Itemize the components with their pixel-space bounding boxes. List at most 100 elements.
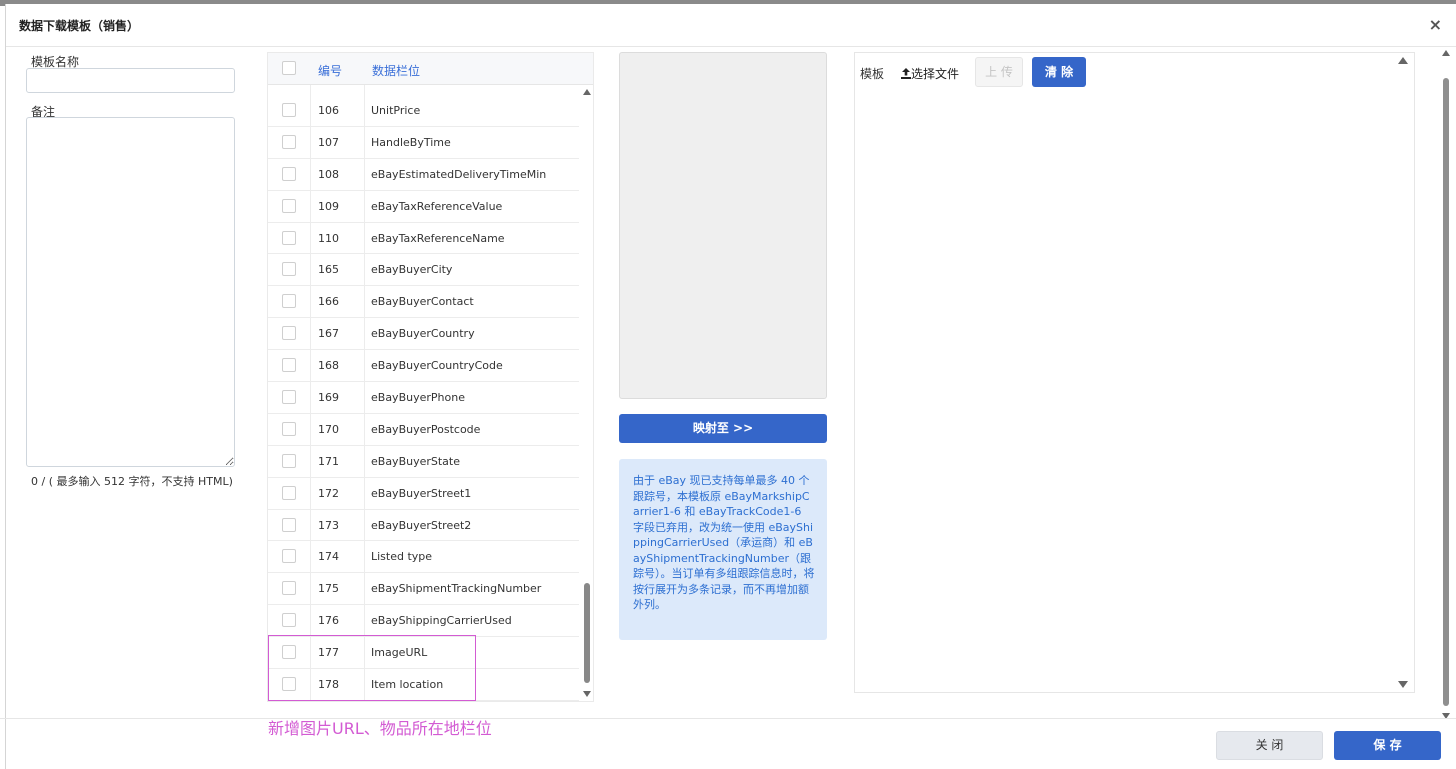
row-field: Listed type: [371, 550, 433, 564]
row-field: eBayBuyerCity: [371, 263, 453, 277]
table-row[interactable]: 171 eBayBuyerState: [268, 446, 579, 478]
row-checkbox[interactable]: [282, 103, 296, 117]
template-name-input[interactable]: [26, 68, 235, 93]
row-number: 168: [318, 359, 339, 373]
row-number: 169: [318, 391, 339, 405]
row-checkbox[interactable]: [282, 198, 296, 213]
row-number: 109: [318, 199, 339, 213]
row-number: 166: [318, 295, 339, 309]
header-field[interactable]: 数据栏位: [372, 62, 420, 79]
row-field: eBayTaxReferenceName: [371, 231, 505, 245]
new-fields-highlight: [268, 635, 476, 701]
scroll-up-icon[interactable]: [1442, 50, 1450, 56]
row-field: eBayBuyerContact: [371, 295, 474, 309]
header-number[interactable]: 编号: [318, 62, 342, 79]
row-checkbox[interactable]: [282, 326, 296, 341]
remark-char-hint: 0 / ( 最多输入 512 字符，不支持 HTML): [31, 475, 233, 488]
table-row[interactable]: 169 eBayBuyerPhone: [268, 382, 579, 414]
scroll-up-icon[interactable]: [1398, 57, 1408, 64]
row-checkbox[interactable]: [282, 230, 296, 245]
row-field: eBayShippingCarrierUsed: [371, 614, 512, 628]
modal-header: 数据下载模板（销售） ×: [6, 4, 1456, 47]
row-checkbox[interactable]: [282, 262, 296, 277]
table-row[interactable]: 110 eBayTaxReferenceName: [268, 223, 579, 255]
clear-button[interactable]: 清 除: [1032, 57, 1086, 87]
row-number: 171: [318, 454, 339, 468]
row-checkbox[interactable]: [282, 485, 296, 500]
table-row[interactable]: 165 eBayBuyerCity: [268, 254, 579, 287]
upload-icon: [901, 68, 911, 82]
row-field: eBayBuyerState: [371, 454, 460, 468]
table-row[interactable]: 106 UnitPrice: [268, 95, 579, 127]
table-row[interactable]: 176 eBayShippingCarrierUsed: [268, 605, 579, 638]
row-number: 172: [318, 486, 339, 500]
close-icon[interactable]: ×: [1429, 15, 1442, 34]
table-row[interactable]: 166 eBayBuyerContact: [268, 286, 579, 319]
row-number: 175: [318, 582, 339, 596]
upload-button[interactable]: 上 传: [975, 57, 1023, 87]
tracking-info-notice: 由于 eBay 现已支持每单最多 40 个跟踪号，本模板原 eBayMarksh…: [619, 459, 827, 640]
row-checkbox[interactable]: [282, 390, 296, 405]
map-to-button[interactable]: 映射至 >>: [619, 414, 827, 443]
table-header: 编号 数据栏位: [268, 53, 593, 85]
field-table: 编号 数据栏位 106 UnitPrice 107 HandleByTime 108…: [267, 52, 594, 702]
row-number: 106: [318, 104, 339, 117]
scroll-down-icon[interactable]: [583, 691, 591, 697]
row-field: eBayBuyerStreet1: [371, 486, 472, 500]
row-checkbox[interactable]: [282, 613, 296, 628]
mapping-textarea[interactable]: [619, 52, 827, 399]
choose-file-label: 选择文件: [911, 67, 960, 81]
table-row[interactable]: 170 eBayBuyerPostcode: [268, 414, 579, 446]
row-checkbox[interactable]: [282, 581, 296, 596]
table-row[interactable]: 173 eBayBuyerStreet2: [268, 510, 579, 542]
table-row[interactable]: 108 eBayEstimatedDeliveryTimeMin: [268, 159, 579, 191]
row-number: 173: [318, 518, 339, 532]
row-checkbox[interactable]: [282, 421, 296, 436]
modal-footer: 关 闭 保 存: [0, 718, 1456, 765]
close-button[interactable]: 关 闭: [1216, 731, 1323, 760]
modal-title: 数据下载模板（销售）: [19, 19, 140, 33]
modal-scrollbar[interactable]: [1440, 46, 1452, 721]
row-number: 107: [318, 135, 339, 149]
table-row[interactable]: 167 eBayBuyerCountry: [268, 318, 579, 351]
table-body: 106 UnitPrice 107 HandleByTime 108 eBayEsti…: [268, 95, 579, 701]
table-scrollbar[interactable]: [579, 85, 593, 701]
row-field: eBayTaxReferenceValue: [371, 199, 503, 213]
row-number: 110: [318, 231, 339, 245]
remark-textarea[interactable]: [26, 117, 235, 467]
row-number: 170: [318, 422, 339, 436]
row-field: eBayBuyerCountry: [371, 327, 475, 341]
table-row[interactable]: 109 eBayTaxReferenceValue: [268, 191, 579, 223]
scroll-thumb[interactable]: [584, 583, 590, 683]
row-number: 174: [318, 550, 339, 564]
scroll-down-icon[interactable]: [1398, 681, 1408, 688]
scroll-thumb[interactable]: [1443, 78, 1449, 706]
row-field: HandleByTime: [371, 135, 451, 149]
scroll-up-icon[interactable]: [583, 89, 591, 95]
row-number: 167: [318, 327, 339, 341]
select-all-checkbox[interactable]: [282, 61, 296, 75]
row-checkbox[interactable]: [282, 358, 296, 373]
row-field: eBayBuyerPostcode: [371, 422, 481, 436]
row-number: 108: [318, 167, 339, 181]
row-checkbox[interactable]: [282, 549, 296, 564]
row-number: 176: [318, 614, 339, 628]
table-row[interactable]: 172 eBayBuyerStreet1: [268, 478, 579, 510]
row-field: eBayBuyerStreet2: [371, 518, 472, 532]
table-row[interactable]: 107 HandleByTime: [268, 127, 579, 159]
row-number: 165: [318, 263, 339, 277]
row-checkbox[interactable]: [282, 166, 296, 181]
template-label: 模板: [860, 67, 885, 81]
choose-file-button[interactable]: 选择文件: [901, 65, 959, 82]
row-field: UnitPrice: [371, 104, 421, 117]
table-row[interactable]: 168 eBayBuyerCountryCode: [268, 350, 579, 383]
row-checkbox[interactable]: [282, 517, 296, 532]
row-checkbox[interactable]: [282, 134, 296, 149]
row-checkbox[interactable]: [282, 453, 296, 468]
row-field: eBayEstimatedDeliveryTimeMin: [371, 167, 547, 181]
row-field: eBayShipmentTrackingNumber: [371, 582, 542, 596]
table-row[interactable]: 174 Listed type: [268, 541, 579, 574]
table-row[interactable]: 175 eBayShipmentTrackingNumber: [268, 573, 579, 606]
row-checkbox[interactable]: [282, 294, 296, 309]
save-button[interactable]: 保 存: [1334, 731, 1441, 760]
